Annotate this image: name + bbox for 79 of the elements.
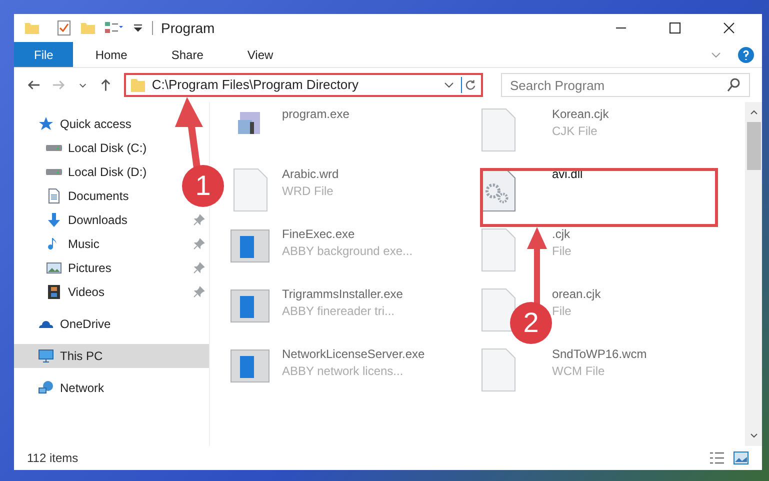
sidebar-label: Quick access xyxy=(60,116,132,133)
dropdown-icon[interactable] xyxy=(132,22,144,34)
sidebar-label: This PC xyxy=(60,348,104,365)
sidebar-item[interactable]: Documents xyxy=(14,184,133,208)
landscape-icon xyxy=(46,260,62,276)
file-type: ABBY finereader tri... xyxy=(282,303,396,320)
refresh-icon[interactable] xyxy=(460,77,477,93)
file-name[interactable]: program.exe xyxy=(282,106,350,123)
star-icon xyxy=(38,116,54,132)
blank-file-icon xyxy=(232,168,268,212)
drive-icon xyxy=(46,145,62,151)
address-path: C:\Program Files\Program Directory xyxy=(152,76,360,94)
file-name[interactable]: FineExec.exe xyxy=(282,226,413,243)
help-icon[interactable] xyxy=(738,46,754,62)
file-name[interactable]: orean.cjk xyxy=(552,286,601,303)
checklist-icon xyxy=(56,20,72,36)
file-name[interactable]: SndToWP16.wcm xyxy=(552,346,647,363)
file-type: File xyxy=(552,303,572,320)
sidebar-label: Local Disk (D:) xyxy=(68,164,147,181)
file-type: ABBY network licens... xyxy=(282,363,404,380)
folder-icon xyxy=(130,77,146,93)
scrollbar-thumb[interactable] xyxy=(746,122,760,170)
file-name[interactable]: NetworkLicenseServer.exe xyxy=(282,346,425,363)
item-count: 112 items xyxy=(27,450,80,467)
sidebar-label: Music xyxy=(68,236,100,253)
file-type: CJK File xyxy=(552,123,598,140)
sidebar-label: Network xyxy=(60,380,104,397)
ribbon-tab[interactable]: File xyxy=(14,42,74,67)
sidebar-item[interactable]: Quick access xyxy=(14,112,136,136)
address-bar[interactable]: C:\Program Files\Program Directory xyxy=(124,73,483,97)
drive-icon xyxy=(46,169,62,175)
sidebar-label: Videos xyxy=(68,284,106,301)
file-type: File xyxy=(552,243,572,260)
file-name[interactable]: Arabic.wrd xyxy=(282,166,339,183)
blank-file-icon xyxy=(480,108,516,152)
window-title: Program xyxy=(161,18,215,38)
details-view-icon[interactable] xyxy=(709,450,725,466)
sidebar-item[interactable]: Videos xyxy=(14,280,209,304)
sidebar-item[interactable]: OneDrive xyxy=(14,312,115,336)
search-icon[interactable] xyxy=(726,77,742,93)
monitor-icon xyxy=(38,348,54,364)
sidebar-label: Pictures xyxy=(68,260,112,277)
file-name[interactable]: .cjk xyxy=(552,226,572,243)
application-icon xyxy=(230,228,270,264)
document-icon xyxy=(46,188,62,204)
file-type: WRD File xyxy=(282,183,334,200)
large-icons-view-icon[interactable] xyxy=(733,450,749,466)
blank-file-icon xyxy=(480,288,516,332)
sidebar-label: Downloads xyxy=(68,212,128,229)
sidebar-item[interactable]: Music xyxy=(14,232,209,256)
sidebar-label: Local Disk (C:) xyxy=(68,140,147,157)
blank-file-icon xyxy=(480,348,516,392)
file-type: WCM File xyxy=(552,363,606,380)
gear-file-icon xyxy=(480,168,516,212)
sidebar-label: Documents xyxy=(68,188,129,205)
sidebar-item[interactable]: Local Disk (D:) xyxy=(14,160,151,184)
search-field[interactable]: Search Program xyxy=(500,73,750,97)
file-name[interactable]: Korean.cjk xyxy=(552,106,609,123)
folder-icon xyxy=(80,20,96,36)
ribbon-tab[interactable]: Share xyxy=(149,42,226,67)
application-icon xyxy=(230,348,270,384)
download-arrow-icon xyxy=(46,212,62,228)
folder-icon xyxy=(24,20,40,36)
sidebar-item[interactable]: Downloads xyxy=(14,208,209,232)
ribbon-tab[interactable]: View xyxy=(225,42,296,67)
sidebar-item[interactable]: Network xyxy=(14,376,108,400)
file-name[interactable]: TrigrammsInstaller.exe xyxy=(282,286,403,303)
network-icon xyxy=(38,380,54,396)
ribbon-tab[interactable]: Home xyxy=(73,42,150,67)
sidebar-item[interactable]: Pictures xyxy=(14,256,209,280)
film-strip-icon xyxy=(46,284,62,300)
scrollbar[interactable] xyxy=(745,102,762,446)
application-icon xyxy=(230,288,270,324)
properties-icon xyxy=(104,20,124,36)
file-type: ABBY background exe... xyxy=(282,243,413,260)
sidebar-label: OneDrive xyxy=(60,316,111,333)
sidebar-item[interactable]: This PC xyxy=(14,344,209,368)
sidebar-item[interactable]: Local Disk (C:) xyxy=(14,136,151,160)
blank-file-icon xyxy=(480,228,516,272)
